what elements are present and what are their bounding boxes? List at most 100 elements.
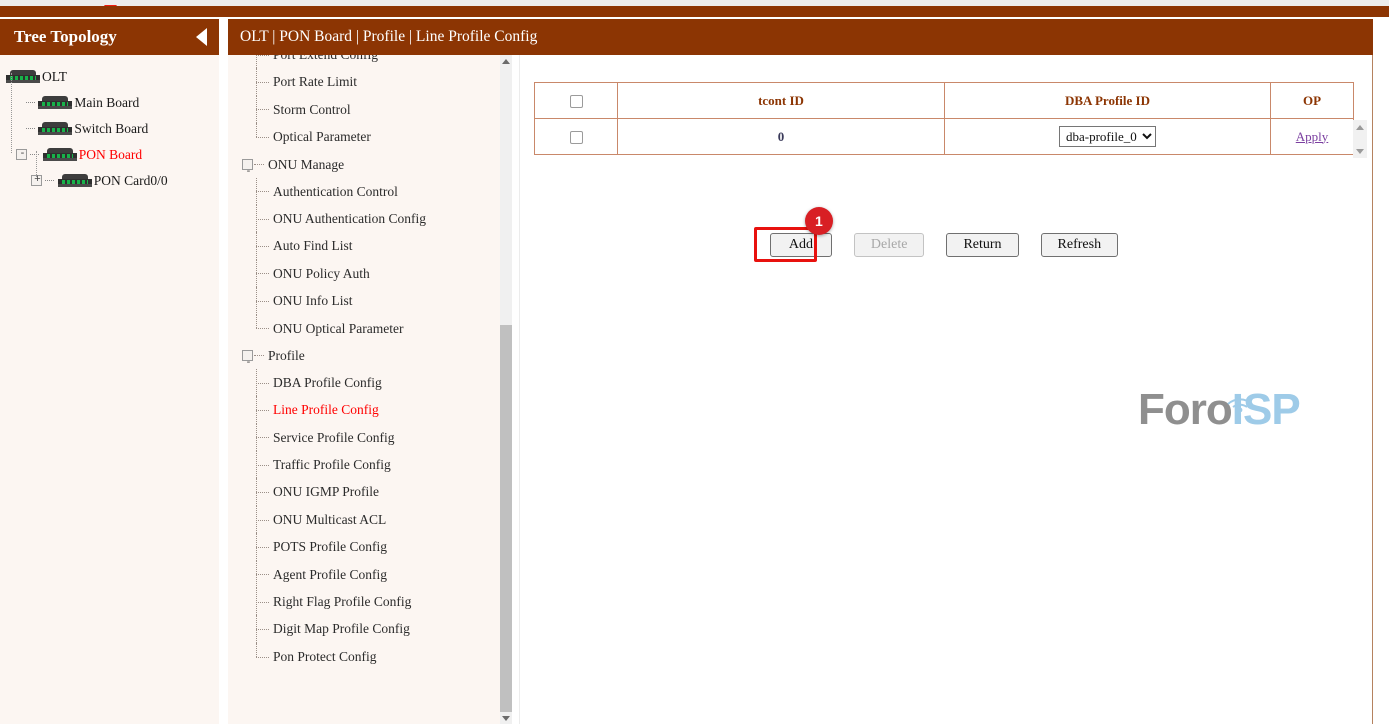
nav-item-onu-igmp-profile[interactable]: ONU IGMP Profile [228,478,498,505]
tree-node-label: PON Card0/0 [94,173,168,188]
select-all-checkbox[interactable] [570,95,583,108]
nav-item-label: Auto Find List [273,238,353,253]
tree-connector [256,205,270,232]
nav-item-digit-map-profile-config[interactable]: Digit Map Profile Config [228,615,498,642]
nav-item-service-profile-config[interactable]: Service Profile Config [228,424,498,451]
nav-item-onu-info-list[interactable]: ONU Info List [228,287,498,314]
nav-item-label: ONU Optical Parameter [273,321,403,336]
device-icon [38,96,72,109]
return-button[interactable]: Return [946,233,1018,257]
tcont-table-wrapper: tcont ID DBA Profile ID OP 0 dba-profil [534,82,1354,155]
nav-group-profile[interactable]: -Profile [228,342,498,369]
scroll-up-icon[interactable] [1353,121,1367,133]
nav-item-storm-control[interactable]: Storm Control [228,96,498,123]
tree-expander-plus[interactable]: + [31,175,42,186]
row-checkbox[interactable] [570,131,583,144]
add-button[interactable]: Add [770,233,832,257]
tree-node-pon-board[interactable]: - PON Board [0,141,219,167]
watermark-text-foro: Foro [1138,385,1232,434]
nav-item-label: Right Flag Profile Config [273,594,411,609]
nav-item-label: Pon Protect Config [273,649,377,664]
nav-item-label: POTS Profile Config [273,539,387,554]
tree-connector [256,396,270,423]
nav-item-label: ONU IGMP Profile [273,484,379,499]
tree-connector [256,643,270,670]
nav-item-traffic-profile-config[interactable]: Traffic Profile Config [228,451,498,478]
tree-topology-body: OLT Main Board Switch Board - PON Bo [0,55,219,724]
tree-connector [256,451,270,478]
nav-item-pon-protect-config[interactable]: Pon Protect Config [228,643,498,670]
column-header-dba-profile-id: DBA Profile ID [945,83,1271,119]
tree-connector [256,533,270,560]
nav-item-label: Storm Control [273,102,351,117]
tree-connector [256,96,270,123]
action-button-row: Add 1 Delete Return Refresh [534,233,1354,257]
top-brown-bar [0,6,1389,17]
tree-node-label: OLT [42,69,67,84]
nav-group-expander[interactable]: - [242,350,253,361]
nav-item-onu-authentication-config[interactable]: ONU Authentication Config [228,205,498,232]
row-select-cell [535,119,618,155]
nav-item-label: ONU Multicast ACL [273,512,386,527]
nav-group-expander[interactable]: - [242,159,253,170]
collapse-left-arrow-icon[interactable] [196,28,207,46]
nav-item-label: ONU Authentication Config [273,211,426,226]
apply-link[interactable]: Apply [1296,129,1329,144]
column-header-tcont-id: tcont ID [618,83,945,119]
delete-button: Delete [854,233,925,257]
nav-menu-panel: Port Extend Config Port Rate Limit Storm C… [228,55,512,724]
nav-item-agent-profile-config[interactable]: Agent Profile Config [228,561,498,588]
nav-item-label: Authentication Control [273,184,398,199]
dba-profile-select[interactable]: dba-profile_0 [1059,126,1156,147]
nav-item-line-profile-config[interactable]: Line Profile Config [228,396,498,423]
nav-item-pots-profile-config[interactable]: POTS Profile Config [228,533,498,560]
scroll-down-icon[interactable] [1353,145,1367,157]
tree-connector [256,55,270,68]
tree-connector [254,355,264,356]
nav-item-right-flag-profile-config[interactable]: Right Flag Profile Config [228,588,498,615]
tree-connector [256,123,270,150]
tree-connector [256,315,270,342]
tree-connector [45,180,54,181]
page-root: Tree Topology OLT Main Board Switch Boar… [0,0,1389,724]
tree-connector [256,232,270,259]
nav-item-dba-profile-config[interactable]: DBA Profile Config [228,369,498,396]
nav-item-label: ONU Info List [273,293,353,308]
tree-node-main-board[interactable]: Main Board [0,89,219,115]
nav-item-label: Port Rate Limit [273,74,357,89]
nav-item-onu-multicast-acl[interactable]: ONU Multicast ACL [228,506,498,533]
nav-menu-scrollbar[interactable] [500,55,512,724]
tree-connector [256,424,270,451]
nav-item-onu-optical-parameter[interactable]: ONU Optical Parameter [228,315,498,342]
tree-node-olt[interactable]: OLT [0,63,219,89]
wifi-signal-icon [1220,373,1260,397]
tree-connector [26,102,35,103]
device-icon [38,122,72,135]
nav-group-onu-manage[interactable]: -ONU Manage [228,151,498,178]
tree-connector [256,178,270,205]
nav-item-label: Optical Parameter [273,129,371,144]
nav-item-port-extend-config[interactable]: Port Extend Config [228,55,498,68]
tree-topology-title: Tree Topology [14,27,117,46]
foroisp-watermark: ForoISP [1138,385,1300,435]
tree-connector [256,369,270,396]
nav-item-port-rate-limit[interactable]: Port Rate Limit [228,68,498,95]
nav-item-onu-policy-auth[interactable]: ONU Policy Auth [228,260,498,287]
tree-connector [256,506,270,533]
nav-item-auto-find-list[interactable]: Auto Find List [228,232,498,259]
table-row-scrollbar[interactable] [1353,120,1367,158]
tree-connector [256,478,270,505]
scrollbar-thumb[interactable] [500,325,512,724]
tree-trunk-line [36,151,37,177]
scroll-down-icon[interactable] [500,712,512,724]
tree-node-switch-board[interactable]: Switch Board [0,115,219,141]
table-row: 0 dba-profile_0 Apply [535,119,1354,155]
refresh-button[interactable]: Refresh [1041,233,1119,257]
scroll-up-icon[interactable] [500,55,512,67]
nav-item-optical-parameter[interactable]: Optical Parameter [228,123,498,150]
tree-expander-minus[interactable]: - [16,149,27,160]
content-panel: tcont ID DBA Profile ID OP 0 dba-profil [519,55,1373,724]
tree-node-pon-card[interactable]: + PON Card0/0 [0,167,219,193]
nav-item-authentication-control[interactable]: Authentication Control [228,178,498,205]
nav-menu-list: Port Extend Config Port Rate Limit Storm C… [228,55,498,670]
